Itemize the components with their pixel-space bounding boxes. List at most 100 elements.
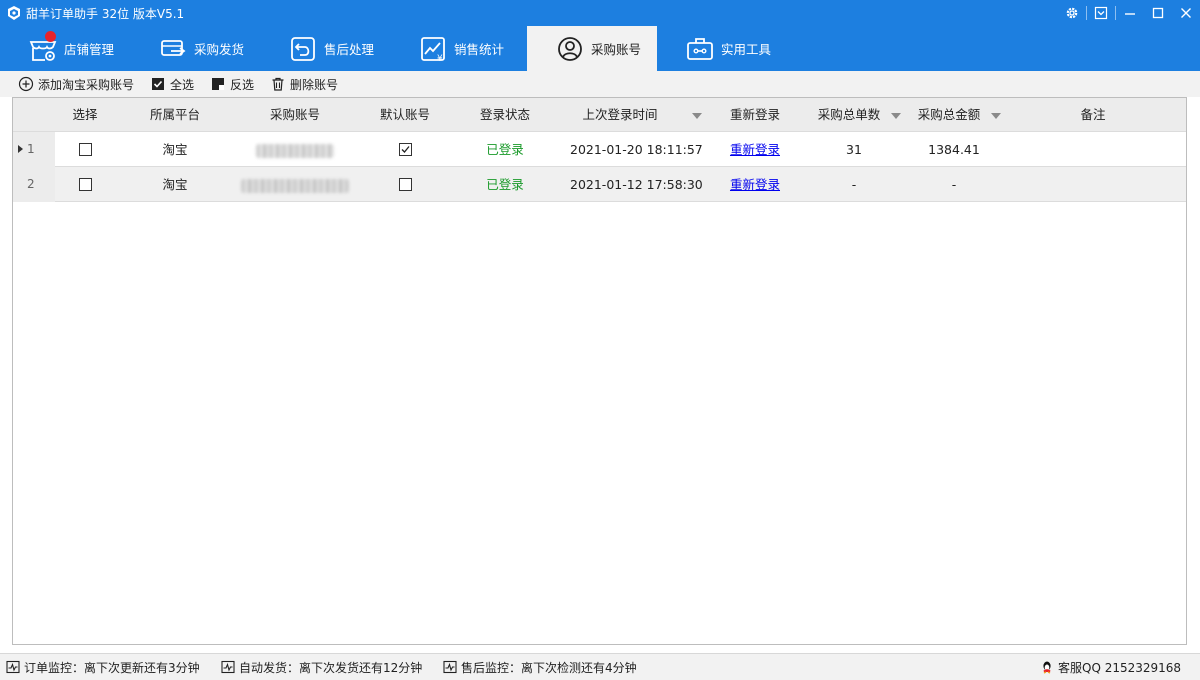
customer-service-qq[interactable]: 客服QQ 2152329168	[1040, 659, 1181, 675]
order-monitor-status: 订单监控：离下次更新还有3分钟	[6, 659, 200, 675]
order-count-cell: -	[851, 177, 857, 192]
header-last-login-time[interactable]: 上次登录时间	[570, 98, 670, 132]
tab-label: 采购发货	[194, 42, 245, 57]
sort-arrow-icon[interactable]	[991, 113, 1001, 119]
pulse-monitor-icon	[6, 660, 20, 674]
toolbox-icon	[685, 34, 715, 64]
skin-menu-button[interactable]	[1087, 0, 1115, 26]
truck-icon	[158, 34, 188, 64]
status-bar: 订单监控：离下次更新还有3分钟 自动发货：离下次发货还有12分钟 售后监控：离下…	[0, 653, 1200, 680]
sort-arrow-icon[interactable]	[891, 113, 901, 119]
select-all-label: 全选	[170, 77, 195, 92]
maximize-icon	[1152, 7, 1164, 19]
add-taobao-account-button[interactable]: 添加淘宝采购账号	[18, 75, 134, 93]
minimize-button[interactable]	[1116, 0, 1144, 26]
purchase-account-grid: 选择 所属平台 采购账号 默认账号 登录状态 上次登录时间 重新登录 采购总单数…	[12, 97, 1187, 645]
after-sale-monitor-text: 售后监控：离下次检测还有4分钟	[461, 660, 637, 675]
header-platform[interactable]: 所属平台	[135, 98, 215, 132]
account-cell	[240, 167, 350, 202]
auto-ship-status: 自动发货：离下次发货还有12分钟	[221, 659, 422, 675]
window-title: 甜羊订单助手 32位 版本V5.1	[26, 7, 185, 21]
gear-icon	[1066, 7, 1078, 19]
last-login-time-cell: 2021-01-12 17:58:30	[570, 177, 703, 192]
account-cell	[240, 132, 350, 167]
header-default-account[interactable]: 默认账号	[365, 98, 445, 132]
current-row-arrow-icon	[18, 145, 23, 153]
maximize-button[interactable]	[1144, 0, 1172, 26]
row-number: 2	[27, 177, 35, 191]
tab-label: 店铺管理	[64, 42, 115, 57]
header-select[interactable]: 选择	[55, 98, 115, 132]
title-bar: 甜羊订单助手 32位 版本V5.1	[0, 0, 1200, 26]
minimize-icon	[1125, 13, 1135, 15]
tab-purchase-accounts[interactable]: 采购账号	[527, 26, 657, 71]
remark-cell[interactable]	[1053, 167, 1133, 202]
close-icon	[1181, 8, 1191, 18]
svg-text:¥: ¥	[437, 54, 443, 64]
relogin-link[interactable]: 重新登录	[730, 142, 780, 157]
checkmark-icon	[401, 146, 410, 153]
tab-purchase-shipping[interactable]: 采购发货	[130, 26, 260, 71]
user-icon	[555, 34, 585, 64]
header-order-count[interactable]: 采购总单数	[809, 98, 889, 132]
table-row[interactable]: 1 淘宝 已登录 2021-01-20 18:11:57 重新登录 31 138…	[13, 132, 1186, 167]
select-checkbox[interactable]	[79, 143, 92, 156]
header-login-status[interactable]: 登录状态	[465, 98, 545, 132]
settings-gear-button[interactable]	[1058, 0, 1086, 26]
delete-account-button[interactable]: 删除账号	[270, 75, 338, 93]
close-button[interactable]	[1172, 0, 1200, 26]
row-header[interactable]: 1	[13, 132, 55, 167]
after-sale-monitor-status: 售后监控：离下次检测还有4分钟	[443, 659, 637, 675]
tab-sales-statistics[interactable]: ¥ 销售统计	[390, 26, 520, 71]
platform-cell: 淘宝	[162, 142, 188, 157]
checked-box-icon	[150, 76, 166, 92]
notification-badge	[45, 30, 56, 42]
platform-cell: 淘宝	[162, 177, 188, 192]
table-row[interactable]: 2 淘宝 已登录 2021-01-12 17:58:30 重新登录 - -	[13, 167, 1186, 202]
trash-icon	[270, 76, 286, 92]
pulse-monitor-icon	[443, 660, 457, 674]
trend-chart-icon: ¥	[418, 34, 448, 64]
default-account-checkbox[interactable]	[399, 178, 412, 191]
main-tab-bar: 店铺管理 采购发货 售后处理 ¥ 销售统计 采购账号 实用工具	[0, 26, 1200, 71]
relogin-cell: 重新登录	[715, 167, 795, 202]
select-all-button[interactable]: 全选	[150, 75, 194, 93]
select-checkbox[interactable]	[79, 178, 92, 191]
tab-label: 售后处理	[324, 42, 375, 57]
last-login-time-cell: 2021-01-20 18:11:57	[570, 142, 703, 157]
delete-account-label: 删除账号	[290, 77, 339, 92]
total-amount-cell: -	[951, 177, 957, 192]
qq-penguin-icon	[1040, 660, 1054, 674]
remark-cell[interactable]	[1053, 132, 1133, 167]
header-total-amount[interactable]: 采购总金额	[909, 98, 989, 132]
relogin-link[interactable]: 重新登录	[730, 177, 780, 192]
total-amount-cell: 1384.41	[928, 142, 980, 157]
header-remark[interactable]: 备注	[1053, 98, 1133, 132]
tab-label: 实用工具	[721, 42, 772, 57]
tab-label: 采购账号	[591, 42, 642, 57]
auto-ship-text: 自动发货：离下次发货还有12分钟	[239, 660, 423, 675]
add-circle-icon	[18, 76, 34, 92]
tab-store-management[interactable]: 店铺管理	[0, 26, 130, 71]
invert-label: 反选	[230, 77, 255, 92]
grid-header: 选择 所属平台 采购账号 默认账号 登录状态 上次登录时间 重新登录 采购总单数…	[13, 98, 1186, 132]
login-status-cell: 已登录	[486, 177, 524, 192]
tab-after-sales[interactable]: 售后处理	[260, 26, 390, 71]
row-number: 1	[27, 142, 35, 156]
tab-utilities[interactable]: 实用工具	[657, 26, 787, 71]
tab-label: 销售统计	[454, 42, 505, 57]
row-header[interactable]: 2	[13, 167, 55, 202]
invert-selection-button[interactable]: 反选	[210, 75, 254, 93]
dropdown-menu-icon	[1094, 6, 1108, 20]
header-relogin[interactable]: 重新登录	[715, 98, 795, 132]
service-qq-text: 客服QQ 2152329168	[1058, 660, 1182, 675]
blurred-account-text	[256, 143, 334, 158]
store-settings-icon	[28, 30, 58, 64]
pulse-monitor-icon	[221, 660, 235, 674]
return-icon	[288, 34, 318, 64]
default-account-checkbox[interactable]	[399, 143, 412, 156]
order-count-cell: 31	[846, 142, 862, 157]
header-account[interactable]: 采购账号	[240, 98, 350, 132]
app-logo-icon	[6, 5, 22, 21]
sort-arrow-icon[interactable]	[692, 113, 702, 119]
